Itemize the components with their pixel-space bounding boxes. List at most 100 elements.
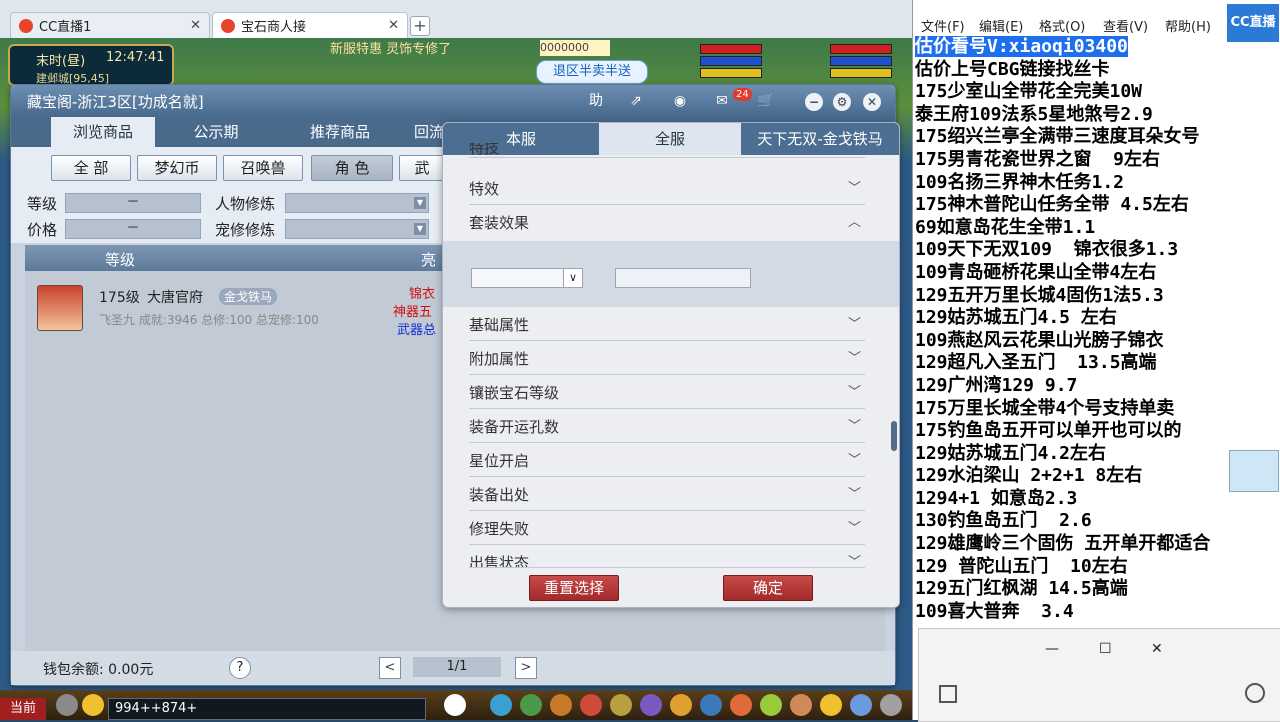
side-floating-widget[interactable] [1229, 450, 1279, 492]
tab-browse[interactable]: 浏览商品 [51, 117, 155, 147]
settings-icon[interactable] [850, 694, 872, 716]
quest-icon[interactable] [610, 694, 632, 716]
notepad-line: 130钓鱼岛五门 2.6 [915, 510, 1092, 532]
filter-row-extra-attr[interactable]: 附加属性 ﹀ [469, 341, 865, 375]
filter-row-gem-level[interactable]: 镶嵌宝石等级 ﹀ [469, 375, 865, 409]
prev-page-button[interactable]: < [379, 657, 401, 679]
status-bars [690, 42, 900, 86]
highlight-weapon: 武器总 [397, 323, 437, 338]
category-currency[interactable]: 梦幻币 [137, 155, 217, 181]
panel-scrollbar[interactable] [891, 421, 897, 451]
filter-row-set-effect[interactable]: 套装效果 ︿ [469, 205, 865, 238]
shop-icon[interactable] [730, 694, 752, 716]
skill-icon[interactable] [580, 694, 602, 716]
filter-row-label: 基础属性 [469, 316, 530, 334]
tab-close-icon[interactable]: ✕ [190, 18, 201, 33]
reset-button[interactable]: 重置选择 [529, 575, 619, 601]
set-effect-input[interactable] [615, 268, 751, 288]
guild-icon[interactable] [640, 694, 662, 716]
history-icon[interactable] [1245, 683, 1265, 703]
filter-row-repair-fail[interactable]: 修理失败 ﹀ [469, 511, 865, 545]
column-level[interactable]: 等级 [105, 249, 135, 270]
cart-icon[interactable]: 🛒 [755, 91, 777, 111]
smile-icon[interactable] [820, 694, 842, 716]
filter-row-sale-status[interactable]: 出售状态 ﹀ [469, 545, 865, 568]
tab-label: 宝石商人接 [241, 20, 307, 35]
close-button[interactable]: ✕ [863, 93, 881, 111]
message-count-badge: 24 [733, 88, 752, 101]
items-icon[interactable] [520, 694, 542, 716]
map-icon[interactable] [760, 694, 782, 716]
help-button[interactable]: 助 [585, 91, 607, 111]
filter-row-effect[interactable]: 特效 ﹀ [469, 171, 865, 205]
menu-help[interactable]: 帮助(H) [1165, 16, 1211, 35]
settings-gear-icon[interactable]: ⚙ [833, 93, 851, 111]
pet-icon[interactable] [444, 694, 466, 716]
column-highlights[interactable]: 亮 [421, 249, 436, 270]
minimize-button[interactable]: — [1045, 641, 1059, 657]
category-all[interactable]: 全 部 [51, 155, 131, 181]
current-channel-button[interactable]: 当前 [0, 698, 46, 720]
coin-counter: 0000000 [540, 40, 610, 56]
record-icon[interactable]: ◉ [669, 91, 691, 111]
menu-file[interactable]: 文件(F) [921, 16, 965, 35]
category-characters[interactable]: 角 色 [311, 155, 393, 181]
highlight-jinyi: 锦衣 [409, 287, 436, 302]
level-range-field[interactable]: － [65, 193, 201, 213]
mail-icon[interactable] [790, 694, 812, 716]
category-pets[interactable]: 召唤兽 [223, 155, 303, 181]
filter-row-luck-slots[interactable]: 装备开运孔数 ﹀ [469, 409, 865, 443]
filter-row-star-slot[interactable]: 星位开启 ﹀ [469, 443, 865, 477]
server-notice-button[interactable]: 退区半卖半送 [536, 60, 648, 84]
tab-close-icon[interactable]: ✕ [388, 18, 399, 33]
notepad-line: 129水泊梁山 2+2+1 8左右 [915, 465, 1143, 487]
team-icon[interactable] [550, 694, 572, 716]
message-icon[interactable]: ✉ [711, 91, 733, 111]
snap-icon[interactable] [939, 685, 957, 703]
share-icon[interactable]: ⇗ [625, 91, 647, 111]
window-title-bar[interactable]: 藏宝阁-浙江3区[功成名就] 助 ⇗ ◉ ✉ 24 🛒 − ⚙ ✕ [11, 85, 895, 117]
filter-row-base-attr[interactable]: 基础属性 ﹀ [469, 307, 865, 341]
chat-input[interactable]: 994++874+ [108, 698, 426, 720]
notepad-line: 估价上号CBG链接找丝卡 [915, 58, 1110, 80]
maximize-button[interactable]: ☐ [1099, 641, 1112, 657]
microphone-icon[interactable] [56, 694, 78, 716]
set-effect-select[interactable]: ∨ [471, 268, 583, 288]
menu-edit[interactable]: 编辑(E) [979, 16, 1023, 35]
help-question-icon[interactable]: ? [229, 657, 251, 679]
next-page-button[interactable]: > [515, 657, 537, 679]
filter-row-label: 出售状态 [469, 554, 530, 568]
game-clock-panel: 末时(昼) 12:47:41 建邺城[95,45] [8, 44, 174, 86]
floating-window: — ☐ ✕ [918, 628, 1280, 722]
notepad-line: 估价看号V:xiaoqi03400 [915, 36, 1128, 57]
tab-recommended[interactable]: 推荐商品 [285, 117, 395, 147]
advanced-filter-panel: 本服 全服 天下无双-金戈铁马 特技 特效 ﹀ 套装效果 ︿ ∨ 基础属性 ﹀ … [442, 122, 900, 608]
notepad-text-area[interactable]: 估价看号V:xiaoqi03400 估价上号CBG链接找丝卡 175少室山全带花全完… [915, 36, 1279, 636]
pet-cultivation-select[interactable]: ▼ [285, 219, 429, 239]
price-range-field[interactable]: － [65, 219, 201, 239]
menu-format[interactable]: 格式(O) [1039, 16, 1085, 35]
new-tab-button[interactable]: + [410, 16, 430, 36]
chevron-up-icon: ︿ [847, 215, 861, 230]
category-weapons[interactable]: 武 [399, 155, 445, 181]
close-button[interactable]: ✕ [1151, 641, 1163, 657]
browser-tab-cc-live[interactable]: CC直播1 ✕ [10, 12, 210, 38]
attack-icon[interactable] [490, 694, 512, 716]
browser-tab-gem-merchant[interactable]: 宝石商人接 ✕ [212, 12, 408, 38]
minimize-button[interactable]: − [805, 93, 823, 111]
role-cultivation-select[interactable]: ▼ [285, 193, 429, 213]
filter-row-special-skill[interactable]: 特技 [469, 143, 865, 158]
exit-icon[interactable] [880, 694, 902, 716]
confirm-button[interactable]: 确定 [723, 575, 813, 601]
menu-view[interactable]: 查看(V) [1103, 16, 1148, 35]
friends-icon[interactable] [670, 694, 692, 716]
system-icon[interactable] [700, 694, 722, 716]
emoji-icon[interactable] [82, 694, 104, 716]
hp-bar [700, 44, 762, 54]
tab-label: CC直播1 [39, 20, 92, 35]
filter-row-equip-source[interactable]: 装备出处 ﹀ [469, 477, 865, 511]
notepad-line: 109燕赵风云花果山光膀子锦衣 [915, 329, 1164, 351]
item-level: 175级 [99, 290, 140, 306]
notepad-line: 69如意岛花生全带1.1 [915, 216, 1096, 238]
tab-announcement[interactable]: 公示期 [171, 117, 261, 147]
